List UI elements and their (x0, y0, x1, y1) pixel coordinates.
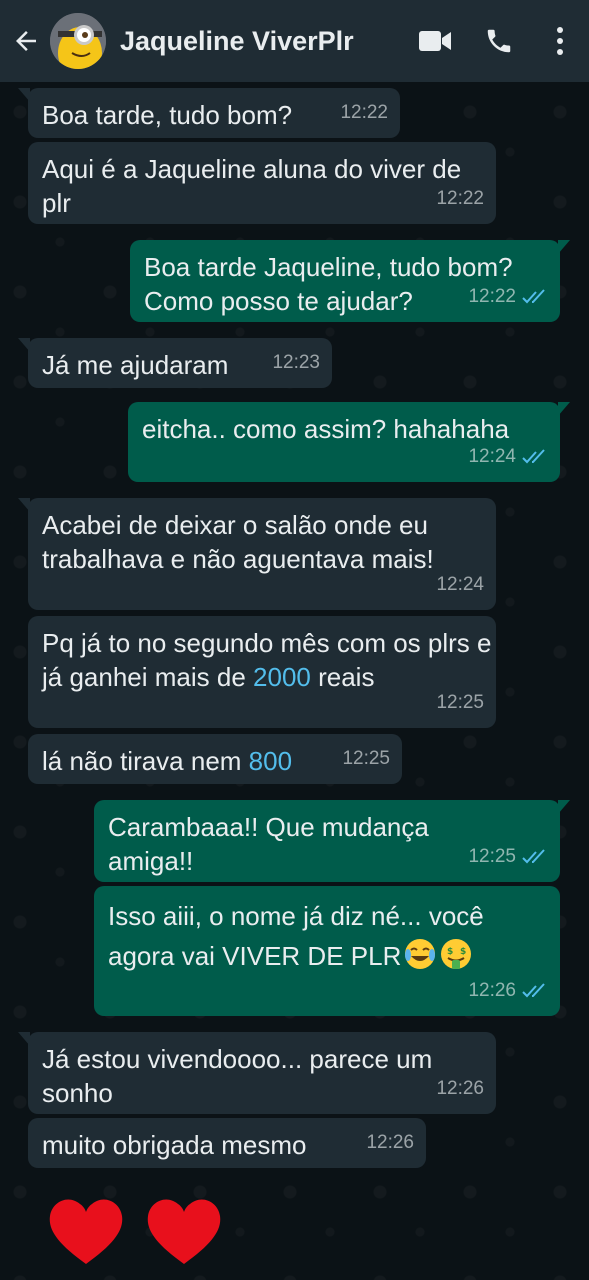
message-time: 12:25 (468, 840, 548, 874)
message-time: 12:22 (436, 188, 484, 209)
incoming-message[interactable]: Pq já to no segundo mês com os plrs e já… (28, 616, 496, 728)
incoming-message[interactable]: lá não tirava nem 800 12:25 (28, 734, 402, 784)
outgoing-message[interactable]: Carambaaa!! Que mudança amiga!! 12:25 (94, 800, 570, 882)
message-text: eitcha.. como assim? hahahaha (142, 414, 510, 444)
message-time: 12:22 (468, 280, 548, 314)
svg-text:$: $ (447, 947, 453, 957)
phone-number-link[interactable]: 800 (249, 746, 292, 776)
message-time: 12:24 (468, 440, 548, 474)
contact-name[interactable]: Jaqueline ViverPlr (120, 26, 403, 57)
message-time: 12:22 (340, 102, 388, 123)
video-call-icon (419, 31, 451, 51)
message-text: Boa tarde, tudo bom? (42, 100, 293, 130)
message-text: Já me ajudaram (42, 350, 229, 380)
message-time: 12:25 (342, 748, 390, 769)
incoming-message[interactable]: Boa tarde, tudo bom? 12:22 (18, 88, 400, 138)
incoming-message[interactable]: Já me ajudaram 12:23 (18, 338, 332, 388)
read-receipt-icon (522, 289, 545, 304)
phone-number-link[interactable]: 2000 (253, 662, 311, 692)
incoming-message[interactable]: muito obrigada mesmo 12:26 (28, 1118, 426, 1168)
back-button[interactable] (4, 0, 48, 82)
outgoing-message[interactable]: Boa tarde Jaqueline, tudo bom? Como poss… (130, 240, 570, 322)
incoming-message[interactable]: Já estou vivendoooo... parece um sonho 1… (18, 1032, 496, 1114)
voice-call-button[interactable] (467, 0, 531, 82)
svg-text:$: $ (460, 947, 466, 957)
incoming-message[interactable]: Acabei de deixar o salão onde eu trabalh… (18, 498, 496, 610)
message-text: Acabei de deixar o salão onde eu trabalh… (42, 510, 434, 574)
message-text: Já estou vivendoooo... parece um sonho (42, 1044, 433, 1108)
chat-header: Jaqueline ViverPlr (0, 0, 589, 82)
back-arrow-icon (16, 31, 36, 51)
voice-call-icon (487, 29, 511, 53)
message-text: Isso aiii, o nome já diz né... você agor… (108, 901, 484, 971)
incoming-message[interactable]: Aqui é a Jaqueline aluna do viver de plr… (28, 142, 496, 224)
outgoing-message[interactable]: Isso aiii, o nome já diz né... você agor… (94, 886, 560, 1016)
message-text: muito obrigada mesmo (42, 1130, 307, 1160)
outgoing-message[interactable]: eitcha.. como assim? hahahaha 12:24 (128, 402, 570, 482)
message-text: Aqui é a Jaqueline aluna do viver de plr (42, 154, 462, 218)
heart-icon (49, 1199, 123, 1264)
message-text: Pq já to no segundo mês com os plrs e já… (42, 628, 492, 692)
minion-avatar-icon (50, 13, 106, 69)
message-time: 12:24 (436, 574, 484, 595)
video-call-button[interactable] (403, 0, 467, 82)
more-options-button[interactable] (531, 0, 589, 82)
tears-of-joy-emoji (405, 939, 436, 969)
money-mouth-emoji: $ $ (441, 939, 472, 969)
read-receipt-icon (522, 849, 545, 864)
heart-icon (147, 1199, 221, 1264)
message-time: 12:23 (272, 352, 320, 373)
avatar[interactable] (50, 13, 106, 69)
message-text: lá não tirava nem 800 (42, 746, 293, 776)
message-time: 12:26 (366, 1132, 414, 1153)
message-time: 12:26 (468, 974, 548, 1008)
message-text: Carambaaa!! Que mudança amiga!! (108, 812, 429, 876)
message-time: 12:26 (436, 1078, 484, 1099)
read-receipt-icon (522, 983, 545, 998)
read-receipt-icon (522, 449, 545, 464)
more-options-icon (557, 27, 563, 55)
message-time: 12:25 (436, 692, 484, 713)
